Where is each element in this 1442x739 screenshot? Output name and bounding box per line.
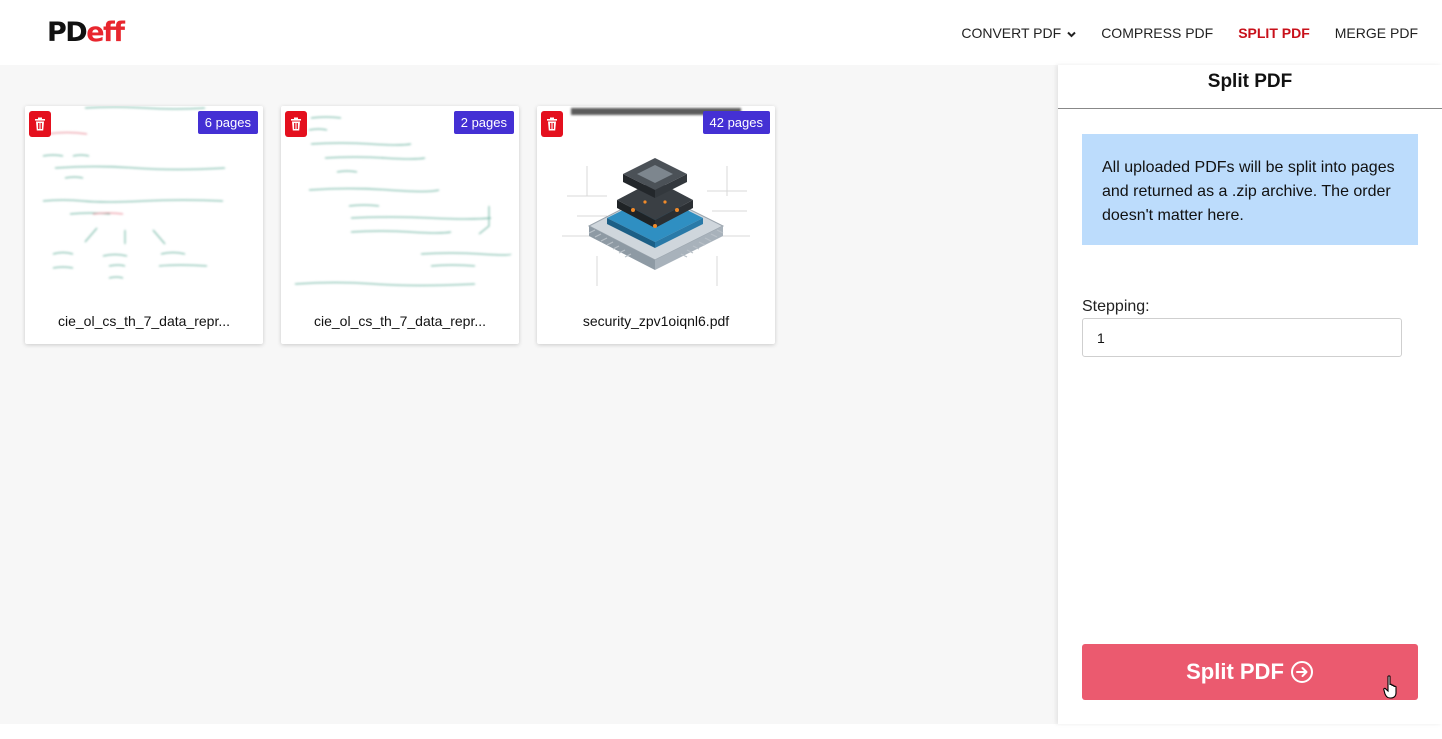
page-count-badge: 2 pages	[453, 111, 514, 134]
file-card[interactable]: 42 pages security_zpv1oiqnl6.pdf	[537, 106, 775, 344]
main-nav: CONVERT PDF COMPRESS PDF SPLIT PDF MERGE…	[936, 24, 1418, 42]
split-pdf-button[interactable]: Split PDF	[1082, 644, 1418, 700]
pdf-thumbnail	[25, 106, 263, 300]
stepping-input[interactable]	[1082, 318, 1402, 357]
file-card[interactable]: 6 pages cie_ol_cs_th_7_data_repr...	[25, 106, 263, 344]
trash-icon	[291, 117, 301, 131]
pdf-thumbnail	[537, 106, 775, 300]
file-card[interactable]: 2 pages cie_ol_cs_th_7_data_repr...	[281, 106, 519, 344]
stepping-label: Stepping:	[1082, 298, 1150, 315]
file-workspace: 6 pages cie_ol_cs_th_7_data_repr... 2 pa…	[0, 65, 1058, 724]
delete-file-button[interactable]	[285, 111, 307, 137]
nav-split-pdf[interactable]: SPLIT PDF	[1238, 24, 1310, 42]
delete-file-button[interactable]	[29, 111, 51, 137]
pdeff-logo[interactable]: PDeff	[47, 16, 125, 50]
nav-convert-pdf-label: CONVERT PDF	[961, 25, 1062, 41]
delete-file-button[interactable]	[541, 111, 563, 137]
trash-icon	[35, 117, 45, 131]
chevron-down-icon	[1067, 24, 1076, 42]
top-header: PDeff CONVERT PDF COMPRESS PDF SPLIT PDF…	[0, 0, 1442, 65]
pdf-thumbnail	[281, 106, 519, 300]
arrow-right-circle-icon	[1290, 661, 1313, 683]
nav-merge-pdf[interactable]: MERGE PDF	[1335, 24, 1418, 42]
file-name: cie_ol_cs_th_7_data_repr...	[313, 313, 486, 329]
info-message: All uploaded PDFs will be split into pag…	[1082, 134, 1418, 245]
nav-convert-pdf[interactable]: CONVERT PDF	[961, 24, 1076, 42]
panel-title: Split PDF	[1058, 65, 1442, 109]
split-pdf-button-label: Split PDF	[1186, 659, 1284, 684]
nav-compress-pdf[interactable]: COMPRESS PDF	[1101, 24, 1213, 42]
logo-text-primary: PD	[47, 17, 88, 48]
file-name: cie_ol_cs_th_7_data_repr...	[57, 313, 230, 329]
hand-cursor-icon	[1383, 675, 1401, 704]
trash-icon	[547, 117, 557, 131]
file-name: security_zpv1oiqnl6.pdf	[582, 313, 730, 329]
page-count-badge: 42 pages	[702, 111, 770, 134]
page-count-badge: 6 pages	[197, 111, 258, 134]
logo-text-accent: eff	[86, 17, 125, 48]
split-settings-panel: Split PDF All uploaded PDFs will be spli…	[1058, 65, 1442, 724]
